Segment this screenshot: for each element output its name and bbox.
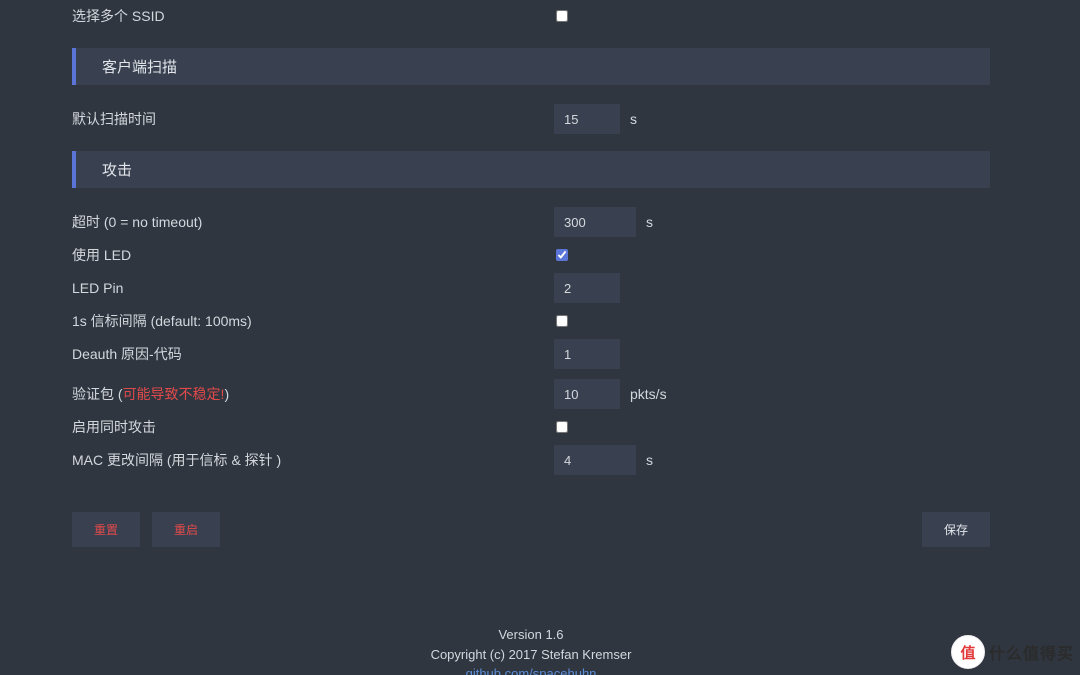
section-client-scan: 客户端扫描 [72, 48, 990, 85]
label-beacon-interval: 1s 信标间隔 (default: 100ms) [72, 305, 554, 337]
label-default-scan-time: 默认扫描时间 [72, 103, 554, 135]
checkbox-multi-attack[interactable] [556, 421, 568, 433]
row-beacon-interval: 1s 信标间隔 (default: 100ms) [72, 305, 990, 337]
footer: Version 1.6 Copyright (c) 2017 Stefan Kr… [72, 625, 990, 675]
checkbox-use-led[interactable] [556, 249, 568, 261]
label-multi-attack: 启用同时攻击 [72, 411, 554, 443]
watermark-circle: 值 [951, 635, 985, 669]
row-timeout: 超时 (0 = no timeout) s [72, 206, 990, 238]
input-timeout[interactable] [554, 207, 636, 237]
label-auth-packets: 验证包 (可能导致不稳定!) [72, 378, 554, 410]
label-timeout: 超时 (0 = no timeout) [72, 206, 554, 238]
label-led-pin: LED Pin [72, 272, 554, 304]
watermark-text: 什么值得买 [989, 640, 1074, 664]
footer-link[interactable]: github.com/spacehuhn [466, 666, 597, 675]
checkbox-beacon-interval[interactable] [556, 315, 568, 327]
watermark-badge: 值 什么值得买 [951, 635, 1074, 669]
reset-button[interactable]: 重置 [72, 512, 140, 547]
row-auth-packets: 验证包 (可能导致不稳定!) pkts/s [72, 378, 990, 410]
restart-button[interactable]: 重启 [152, 512, 220, 547]
input-led-pin[interactable] [554, 273, 620, 303]
save-button[interactable]: 保存 [922, 512, 990, 547]
input-deauth-reason[interactable] [554, 339, 620, 369]
input-mac-interval[interactable] [554, 445, 636, 475]
checkbox-ssid-multi[interactable] [556, 10, 568, 22]
label-ssid-multi: 选择多个 SSID [72, 0, 554, 32]
row-deauth-reason: Deauth 原因-代码 [72, 338, 990, 370]
row-use-led: 使用 LED [72, 239, 990, 271]
section-attack: 攻击 [72, 151, 990, 188]
row-multi-attack: 启用同时攻击 [72, 411, 990, 443]
unit-default-scan-time: s [630, 111, 637, 127]
label-deauth-reason: Deauth 原因-代码 [72, 338, 554, 370]
row-default-scan-time: 默认扫描时间 s [72, 103, 990, 135]
button-row: 重置 重启 保存 [72, 512, 990, 547]
label-auth-packets-pre: 验证包 ( [72, 386, 123, 402]
row-ssid-multi: 选择多个 SSID [72, 0, 990, 32]
unit-mac-interval: s [646, 452, 653, 468]
unit-timeout: s [646, 214, 653, 230]
label-auth-packets-warn: 可能导致不稳定! [123, 386, 225, 402]
label-mac-interval: MAC 更改间隔 (用于信标 & 探针 ) [72, 444, 554, 476]
label-use-led: 使用 LED [72, 239, 554, 271]
footer-version: Version 1.6 [72, 625, 990, 645]
unit-auth-packets: pkts/s [630, 386, 667, 402]
row-led-pin: LED Pin [72, 272, 990, 304]
footer-copyright: Copyright (c) 2017 Stefan Kremser [72, 645, 990, 665]
row-mac-interval: MAC 更改间隔 (用于信标 & 探针 ) s [72, 444, 990, 476]
input-auth-packets[interactable] [554, 379, 620, 409]
input-default-scan-time[interactable] [554, 104, 620, 134]
label-auth-packets-post: ) [224, 386, 229, 402]
